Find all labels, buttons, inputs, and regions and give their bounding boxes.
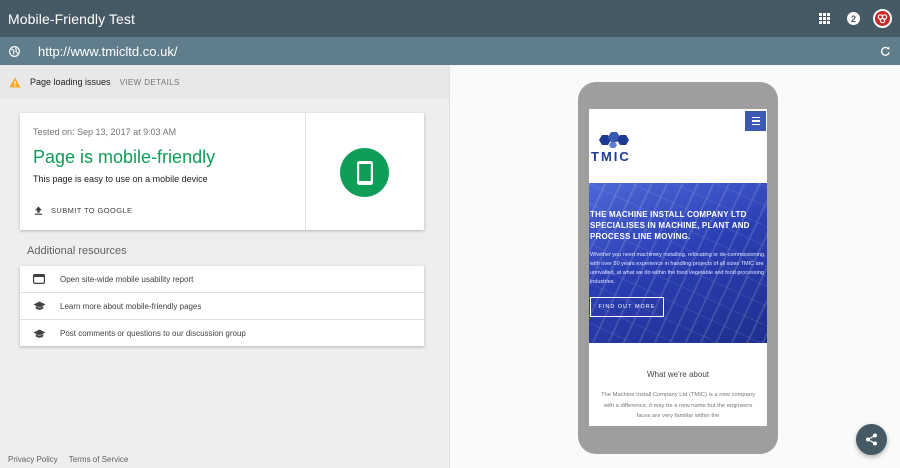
share-icon xyxy=(866,433,877,446)
avatar[interactable] xyxy=(873,9,892,28)
page-loading-issues-label: Page loading issues xyxy=(30,77,111,87)
find-out-more-button[interactable]: FIND OUT MORE xyxy=(590,297,664,317)
app-bar: Mobile-Friendly Test 2 xyxy=(0,0,900,37)
resource-usability-report[interactable]: Open site-wide mobile usability report xyxy=(20,266,424,293)
app-title: Mobile-Friendly Test xyxy=(8,10,136,27)
reload-icon[interactable] xyxy=(880,45,891,57)
about-heading: What we're about xyxy=(646,370,709,379)
card-divider xyxy=(305,113,306,230)
results-pane: Page loading issues VIEW DETAILS Tested … xyxy=(0,65,449,468)
result-card: Tested on: Sep 13, 2017 at 9:03 AM Page … xyxy=(20,113,424,230)
app-bar-actions: 2 xyxy=(819,9,892,28)
view-details-button[interactable]: VIEW DETAILS xyxy=(120,78,180,87)
result-headline: Page is mobile-friendly xyxy=(33,147,216,167)
tested-on-timestamp: Tested on: Sep 13, 2017 at 9:03 AM xyxy=(33,127,177,137)
resource-discussion-group[interactable]: Post comments or questions to our discus… xyxy=(20,320,424,347)
rendered-page-preview[interactable]: TMIC THE MACHINE INSTALL COMPANY LTD SPE… xyxy=(589,109,767,426)
upload-icon xyxy=(34,206,43,215)
hero-banner: THE MACHINE INSTALL COMPANY LTD SPECIALI… xyxy=(589,183,767,343)
resource-label: Open site-wide mobile usability report xyxy=(60,274,194,284)
smartphone-icon xyxy=(356,160,373,185)
submit-to-google-label: SUBMIT TO GOOGLE xyxy=(51,206,133,215)
resource-learn-more[interactable]: Learn more about mobile-friendly pages xyxy=(20,293,424,320)
tmic-logo-text: TMIC xyxy=(591,149,631,164)
resource-label: Post comments or questions to our discus… xyxy=(60,329,246,338)
url-bar: http://www.tmicltd.co.uk/ xyxy=(0,37,900,65)
page-loading-issues-bar: Page loading issues VIEW DETAILS xyxy=(0,65,449,99)
footer: Privacy Policy Terms of Service xyxy=(8,455,128,464)
hero-text: Whether you need machinery installing, r… xyxy=(590,252,766,285)
resource-label: Learn more about mobile-friendly pages xyxy=(60,301,202,311)
mobile-friendly-badge xyxy=(340,148,389,197)
report-icon xyxy=(33,274,45,284)
school-icon xyxy=(33,301,46,310)
result-subtext: This page is easy to use on a mobile dev… xyxy=(33,174,208,184)
preview-pane: TMIC THE MACHINE INSTALL COMPANY LTD SPE… xyxy=(449,65,900,468)
privacy-policy-link[interactable]: Privacy Policy xyxy=(8,455,58,464)
submit-to-google-button[interactable]: SUBMIT TO GOOGLE xyxy=(34,206,132,215)
device-frame: TMIC THE MACHINE INSTALL COMPANY LTD SPE… xyxy=(578,82,778,454)
globe-icon xyxy=(9,45,20,57)
school-icon xyxy=(33,329,46,338)
terms-of-service-link[interactable]: Terms of Service xyxy=(69,455,129,464)
about-text: The Machine Install Company Ltd (TMIC) i… xyxy=(601,392,755,419)
account-avatar-icon xyxy=(875,11,890,26)
apps-grid-icon[interactable] xyxy=(819,13,830,24)
additional-resources-list: Open site-wide mobile usability report L… xyxy=(20,266,424,346)
tested-url[interactable]: http://www.tmicltd.co.uk/ xyxy=(38,44,177,59)
hero-heading: THE MACHINE INSTALL COMPANY LTD SPECIALI… xyxy=(590,210,750,241)
warning-icon xyxy=(9,77,21,87)
share-button[interactable] xyxy=(856,424,887,455)
notifications-badge[interactable]: 2 xyxy=(847,12,860,25)
hamburger-menu-icon[interactable] xyxy=(745,111,766,131)
additional-resources-title: Additional resources xyxy=(27,245,127,257)
tmic-logo-icon xyxy=(599,132,629,148)
